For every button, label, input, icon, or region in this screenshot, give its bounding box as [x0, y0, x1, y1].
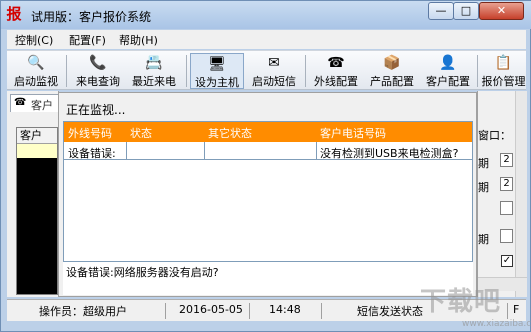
call-query-button[interactable]: 📞 来电查询: [71, 53, 125, 89]
status-trailing: F: [513, 303, 520, 316]
column-header-line: 外线号码: [68, 127, 112, 140]
product-config-button[interactable]: 📦 产品配置: [365, 53, 419, 89]
right-checkbox[interactable]: ✓: [501, 255, 513, 267]
horizontal-scrollbar[interactable]: [478, 277, 527, 291]
left-panel: ☎ 客户 客户: [7, 91, 59, 297]
set-host-label: 设为主机: [195, 76, 239, 89]
status-date: 2016-05-05: [179, 303, 243, 316]
right-panel-header: 窗口：: [478, 129, 511, 142]
customer-list-empty-area: [17, 158, 57, 294]
table-header: 外线号码 状态 其它状态 客户电话号码: [64, 122, 472, 142]
column-header-status: 状态: [130, 127, 152, 140]
product-config-label: 产品配置: [370, 75, 414, 88]
menu-help[interactable]: 帮助(H): [119, 32, 158, 48]
right-field-1[interactable]: 2: [500, 153, 513, 167]
menu-control[interactable]: 控制(C): [15, 32, 53, 48]
start-monitor-button[interactable]: 🔍 启动监视: [9, 53, 63, 89]
tab-customer[interactable]: ☎ 客户: [10, 94, 59, 112]
right-label-2: 期: [478, 181, 489, 194]
sms-icon: ✉: [268, 55, 280, 71]
menu-bar: 控制(C) 配置(F) 帮助(H): [7, 30, 526, 49]
title-bar[interactable]: 报 试用版：客户报价系统 — □ ✕: [1, 1, 531, 29]
customer-column-header[interactable]: 客户: [17, 128, 57, 144]
right-field-2[interactable]: 2: [500, 177, 513, 191]
line-config-button[interactable]: ☎ 外线配置: [309, 53, 363, 89]
recent-calls-icon: 📇: [145, 55, 163, 71]
column-header-phone: 客户电话号码: [320, 127, 386, 140]
close-button[interactable]: ✕: [479, 2, 524, 20]
customer-config-button[interactable]: 👤 客户配置: [421, 53, 475, 89]
toolbar: 🔍 启动监视 📞 来电查询 📇 最近来电 🖥 设为主机 ✉ 启动短信 ☎ 外线配…: [7, 50, 526, 90]
app-logo-icon: 报: [6, 5, 22, 23]
start-sms-button[interactable]: ✉ 启动短信: [247, 53, 301, 89]
maximize-button[interactable]: □: [453, 2, 479, 20]
recent-calls-label: 最近来电: [132, 75, 176, 88]
monitor-status-text: 正在监视...: [66, 103, 126, 117]
quote-manage-label: 报价管理: [481, 75, 526, 88]
cell-phone: 没有检测到USB来电检测盒?: [320, 147, 459, 160]
call-query-label: 来电查询: [76, 75, 120, 88]
minimize-button[interactable]: —: [428, 2, 454, 20]
right-label-4: 期: [478, 233, 489, 246]
customer-tab-icon: ☎: [14, 97, 27, 108]
vertical-scrollbar[interactable]: [515, 91, 527, 297]
start-sms-label: 启动短信: [252, 75, 296, 88]
menu-config[interactable]: 配置(F): [69, 32, 106, 48]
customer-config-label: 客户配置: [426, 75, 470, 88]
host-icon: 🖥: [208, 56, 226, 72]
cell-line: 设备错误:: [68, 147, 116, 160]
customer-list[interactable]: 客户: [16, 127, 58, 295]
customer-list-selected-row[interactable]: [17, 144, 57, 158]
recent-calls-button[interactable]: 📇 最近来电: [127, 53, 181, 89]
product-icon: 📦: [383, 55, 401, 71]
status-sms: 短信发送状态: [357, 305, 423, 318]
phone-search-icon: 📞: [89, 55, 107, 71]
right-panel: 窗口： 期 2 期 2 期 ✓: [477, 91, 527, 297]
line-config-icon: ☎: [327, 55, 345, 71]
window-title: 试用版：客户报价系统: [31, 10, 152, 24]
quote-manage-button[interactable]: 📋 报价管理: [481, 53, 526, 89]
line-status-table[interactable]: 外线号码 状态 其它状态 客户电话号码 设备错误: 没有检测到USB来电检测盒?: [63, 121, 473, 281]
start-monitor-label: 启动监视: [14, 75, 58, 88]
set-host-button[interactable]: 🖥 设为主机: [190, 53, 244, 89]
tab-customer-label: 客户: [31, 99, 53, 112]
app-window: 报 试用版：客户报价系统 — □ ✕ 控制(C) 配置(F) 帮助(H) 🔍 启…: [0, 0, 531, 332]
status-time: 14:48: [269, 303, 301, 316]
quote-icon: 📋: [494, 55, 513, 71]
monitor-panel: 正在监视... 外线号码 状态 其它状态 客户电话号码 设备错误: 没有检测到U…: [58, 92, 477, 297]
status-bar: 操作员：超级用户 2016-05-05 14:48 短信发送状态 F: [7, 299, 526, 321]
customer-icon: 👤: [439, 55, 457, 71]
right-label-1: 期: [478, 157, 489, 170]
right-field-3[interactable]: [500, 201, 513, 215]
log-area[interactable]: 设备错误:网络服务器没有启动?: [63, 261, 473, 295]
column-header-other-status: 其它状态: [208, 127, 252, 140]
right-field-4[interactable]: [500, 229, 513, 243]
monitor-icon: 🔍: [27, 55, 45, 71]
status-operator: 操作员：超级用户: [39, 305, 127, 318]
log-text: 设备错误:网络服务器没有启动?: [66, 266, 219, 279]
line-config-label: 外线配置: [314, 75, 358, 88]
